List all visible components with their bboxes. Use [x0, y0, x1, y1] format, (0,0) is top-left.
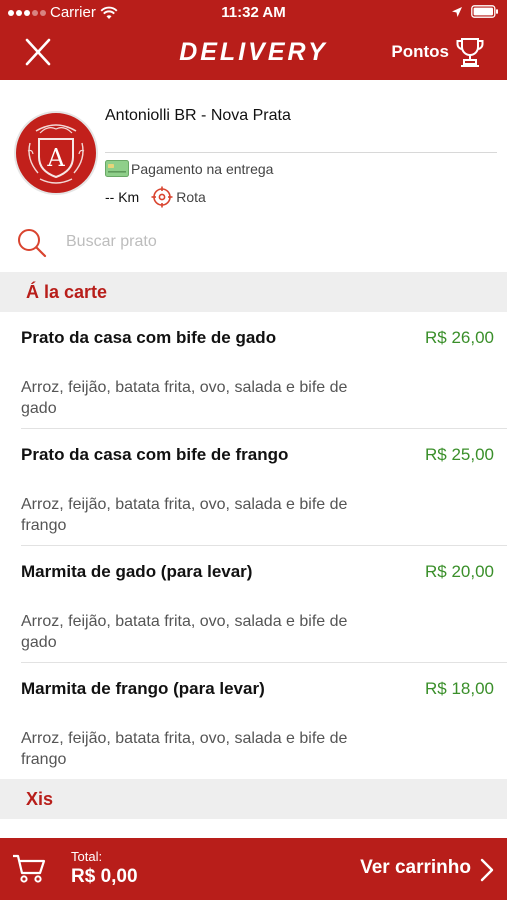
menu-item-name: Prato da casa com bife de frango — [21, 445, 289, 464]
menu-item-price: R$ 26,00 — [425, 328, 494, 347]
view-cart-button[interactable]: Ver carrinho — [360, 857, 471, 879]
location-arrow-icon — [452, 6, 462, 17]
payment-info: Pagamento na entrega — [105, 160, 273, 177]
rota-button[interactable]: Rota — [151, 186, 206, 208]
pontos-button[interactable]: Pontos — [391, 36, 485, 68]
pontos-label: Pontos — [391, 42, 449, 61]
store-logo-letter: A — [46, 144, 65, 172]
menu-item-description: Arroz, feijão, batata frita, ovo, salada… — [21, 379, 348, 417]
menu-item-description: Arroz, feijão, batata frita, ovo, salada… — [21, 613, 348, 651]
search-input[interactable] — [66, 228, 486, 256]
total-value: R$ 0,00 — [71, 866, 138, 887]
cart-icon — [13, 854, 46, 883]
total-label: Total: — [71, 849, 103, 864]
store-logo: A — [14, 111, 98, 195]
menu-item-name: Marmita de frango (para levar) — [21, 679, 265, 698]
search-bar — [0, 215, 507, 267]
rota-label: Rota — [176, 189, 206, 205]
distance-label: -- Km — [105, 189, 140, 205]
nav-bar: DELIVERY Pontos — [0, 26, 507, 80]
section-header-a-la-carte: Á la carte — [0, 272, 507, 312]
credit-card-icon — [105, 160, 129, 177]
store-divider — [105, 152, 497, 153]
cart-bar[interactable]: Total: R$ 0,00 Ver carrinho — [0, 838, 507, 900]
menu-item-name: Prato da casa com bife de gado — [21, 328, 277, 347]
trophy-icon — [456, 38, 484, 67]
distance-row: -- Km Rota — [105, 186, 206, 208]
chevron-right-icon — [480, 858, 494, 882]
menu-item-partial[interactable] — [0, 820, 507, 838]
menu-item[interactable]: Prato da casa com bife de frango R$ 25,0… — [0, 429, 507, 546]
payment-label: Pagamento na entrega — [131, 160, 274, 177]
menu-item-price: R$ 20,00 — [425, 562, 494, 581]
status-bar: Carrier 11:32 AM — [0, 0, 507, 26]
section-header-xis: Xis — [0, 779, 507, 819]
menu-item-description: Arroz, feijão, batata frita, ovo, salada… — [21, 496, 348, 534]
menu-item-description: Arroz, feijão, batata frita, ovo, salada… — [21, 730, 348, 768]
search-icon — [18, 229, 47, 258]
menu-item[interactable]: Marmita de gado (para levar) R$ 20,00 Ar… — [0, 546, 507, 663]
menu-item-name: Marmita de gado (para levar) — [21, 562, 253, 581]
store-name: Antoniolli BR - Nova Prata — [105, 107, 291, 124]
menu-item-price: R$ 25,00 — [425, 445, 494, 464]
crosshair-icon — [151, 186, 173, 208]
battery-icon — [471, 5, 498, 18]
status-time: 11:32 AM — [221, 4, 286, 21]
menu-item[interactable]: Prato da casa com bife de gado R$ 26,00 … — [0, 312, 507, 429]
status-right — [451, 5, 499, 18]
menu-item[interactable]: Marmita de frango (para levar) R$ 18,00 … — [0, 663, 507, 779]
store-info: A Antoniolli BR - Nova Prata Pagamento n… — [0, 80, 507, 210]
store-logo-crest: A — [27, 124, 85, 184]
menu-item-price: R$ 18,00 — [425, 679, 494, 698]
